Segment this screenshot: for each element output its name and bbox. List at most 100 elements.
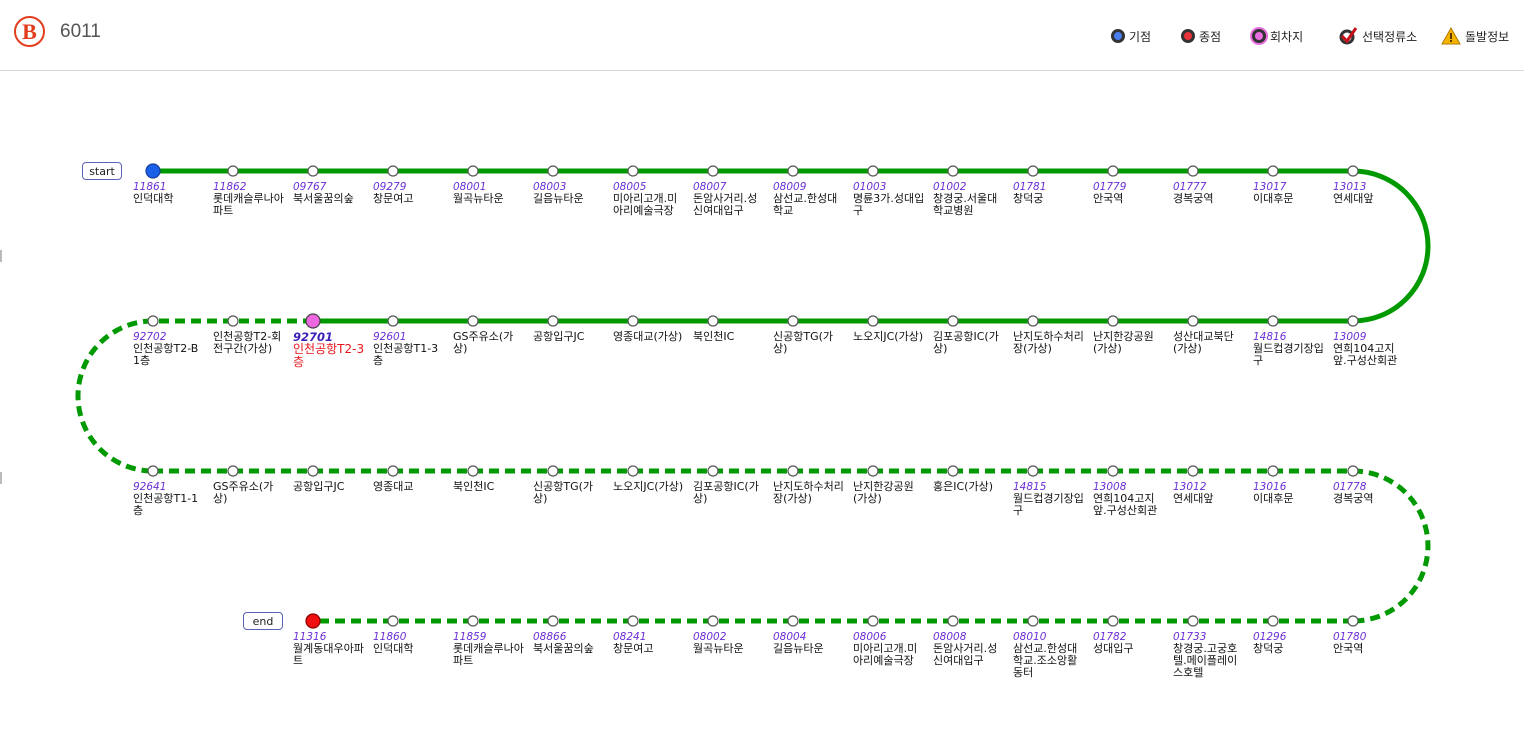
station-stop[interactable]: 난지도하수처리장(가상) (773, 481, 853, 505)
station-stop[interactable]: 01733 창경궁.고궁호텔.메이플레이스호텔 (1173, 631, 1253, 679)
stop-name: 영종대교 (373, 480, 414, 493)
station-labels: 11861 인덕대학 11862 롯데캐슬루나아파트 09767 북서울꿈의숲 09279 창… (0, 0, 1524, 734)
station-stop[interactable]: 공항입구JC (533, 331, 613, 343)
start-marker: start (82, 162, 122, 180)
station-stop[interactable]: 김포공항IC(가상) (693, 481, 773, 505)
stop-name: 돈암사거리.성신여대입구 (693, 192, 758, 217)
station-stop[interactable]: 09279 창문여고 (373, 181, 453, 205)
stop-name: 월드컵경기장입구 (1013, 492, 1084, 517)
station-stop[interactable]: 난지한강공원(가상) (1093, 331, 1173, 355)
station-stop[interactable]: 11859 롯데캐슬루나아파트 (453, 631, 533, 667)
stop-name: 인덕대학 (133, 192, 174, 205)
station-stop[interactable]: 홍은IC(가상) (933, 481, 1013, 493)
stop-name: 연세대앞 (1333, 192, 1374, 205)
station-stop[interactable]: 08001 월곡뉴타운 (453, 181, 533, 205)
station-stop[interactable]: 인천공항T2-회전구간(가상) (213, 331, 293, 355)
stop-name: 인천공항T1-3층 (373, 342, 439, 367)
stop-name: 창경궁.서울대학교병원 (933, 192, 998, 217)
station-stop[interactable]: 난지도하수처리장(가상) (1013, 331, 1093, 355)
stop-name: 월곡뉴타운 (693, 642, 744, 655)
station-stop[interactable]: 08008 돈암사거리.성신여대입구 (933, 631, 1013, 667)
stop-name: 롯데캐슬루나아파트 (213, 192, 284, 217)
stop-name: 난지한강공원(가상) (1093, 330, 1154, 355)
station-stop[interactable]: 북인천IC (453, 481, 533, 493)
station-stop[interactable]: 08005 미아리고개.미아리예술극장 (613, 181, 693, 217)
station-stop[interactable]: GS주유소(가상) (453, 331, 533, 355)
station-stop[interactable]: 92702 인천공항T2-B1층 (133, 331, 213, 367)
stop-name: 북인천IC (693, 330, 735, 343)
stop-name: 김포공항IC(가상) (693, 480, 759, 505)
station-stop[interactable]: 난지한강공원(가상) (853, 481, 933, 505)
station-stop[interactable]: GS주유소(가상) (213, 481, 293, 505)
station-stop[interactable]: 09767 북서울꿈의숲 (293, 181, 373, 205)
station-stop[interactable]: 08006 미아리고개.미아리예술극장 (853, 631, 933, 667)
stop-name: 난지도하수처리장(가상) (773, 480, 844, 505)
station-stop[interactable]: 신공항TG(가상) (533, 481, 613, 505)
stop-name: 길음뉴타운 (773, 642, 824, 655)
stop-name: 노오지JC(가상) (853, 330, 924, 343)
stop-name: 삼선교.한성대학교 (773, 192, 838, 217)
station-stop[interactable]: 01779 안국역 (1093, 181, 1173, 205)
station-stop[interactable]: 08009 삼선교.한성대학교 (773, 181, 853, 217)
stop-name: 인천공항T2-B1층 (133, 342, 199, 367)
station-stop[interactable]: 11860 인덕대학 (373, 631, 453, 655)
station-stop[interactable]: 11861 인덕대학 (133, 181, 213, 205)
stop-name: 경복궁역 (1173, 192, 1214, 205)
end-marker: end (243, 612, 283, 630)
stop-name: 연희104고지앞.구성산회관 (1093, 492, 1158, 517)
station-stop[interactable]: 08004 길음뉴타운 (773, 631, 853, 655)
station-stop[interactable]: 13009 연희104고지앞.구성산회관 (1333, 331, 1413, 367)
stop-name: 경복궁역 (1333, 492, 1374, 505)
station-stop[interactable]: 08002 월곡뉴타운 (693, 631, 773, 655)
station-stop[interactable]: 11862 롯데캐슬루나아파트 (213, 181, 293, 217)
station-stop[interactable]: 01782 성대입구 (1093, 631, 1173, 655)
stop-name: 영종대교(가상) (613, 330, 683, 343)
station-stop[interactable]: 92701 인천공항T2-3층 (293, 331, 373, 369)
station-stop[interactable]: 92641 인천공항T1-1층 (133, 481, 213, 517)
station-stop[interactable]: 영종대교(가상) (613, 331, 693, 343)
station-stop[interactable]: 노오지JC(가상) (613, 481, 693, 493)
station-stop[interactable]: 08866 북서울꿈의숲 (533, 631, 613, 655)
stop-name: 명륜3가.성대입구 (853, 192, 925, 217)
station-stop[interactable]: 14816 월드컵경기장입구 (1253, 331, 1333, 367)
station-stop[interactable]: 13017 이대후문 (1253, 181, 1333, 205)
stop-name: 이대후문 (1253, 192, 1294, 205)
station-stop[interactable]: 01780 안국역 (1333, 631, 1413, 655)
stop-name: 북인천IC (453, 480, 495, 493)
station-stop[interactable]: 영종대교 (373, 481, 453, 493)
stop-name: GS주유소(가상) (453, 330, 514, 355)
station-stop[interactable]: 01778 경복궁역 (1333, 481, 1413, 505)
stop-name: 롯데캐슬루나아파트 (453, 642, 524, 667)
station-stop[interactable]: 01003 명륜3가.성대입구 (853, 181, 933, 217)
stop-name: 인천공항T2-회전구간(가상) (213, 330, 282, 355)
station-stop[interactable]: 08010 삼선교.한성대학교.조소앙활동터 (1013, 631, 1093, 679)
station-stop[interactable]: 13008 연희104고지앞.구성산회관 (1093, 481, 1173, 517)
stop-name: 공항입구JC (533, 330, 585, 343)
station-stop[interactable]: 공항입구JC (293, 481, 373, 493)
station-stop[interactable]: 북인천IC (693, 331, 773, 343)
stop-name: 길음뉴타운 (533, 192, 584, 205)
station-stop[interactable]: 01777 경복궁역 (1173, 181, 1253, 205)
station-stop[interactable]: 13013 연세대앞 (1333, 181, 1413, 205)
stop-name: 난지한강공원(가상) (853, 480, 914, 505)
station-stop[interactable]: 13016 이대후문 (1253, 481, 1333, 505)
stop-name: 북서울꿈의숲 (293, 192, 354, 205)
station-stop[interactable]: 08007 돈암사거리.성신여대입구 (693, 181, 773, 217)
stop-name: 삼선교.한성대학교.조소앙활동터 (1013, 642, 1078, 679)
station-stop[interactable]: 01781 창덕궁 (1013, 181, 1093, 205)
stop-name: 창덕궁 (1253, 642, 1284, 655)
station-stop[interactable]: 13012 연세대앞 (1173, 481, 1253, 505)
station-stop[interactable]: 01002 창경궁.서울대학교병원 (933, 181, 1013, 217)
station-stop[interactable]: 11316 월계동대우아파트 (293, 631, 373, 667)
stop-name: 안국역 (1093, 192, 1124, 205)
station-stop[interactable]: 08003 길음뉴타운 (533, 181, 613, 205)
station-stop[interactable]: 성산대교북단(가상) (1173, 331, 1253, 355)
station-stop[interactable]: 92601 인천공항T1-3층 (373, 331, 453, 367)
stop-name: 김포공항IC(가상) (933, 330, 999, 355)
station-stop[interactable]: 김포공항IC(가상) (933, 331, 1013, 355)
station-stop[interactable]: 노오지JC(가상) (853, 331, 933, 343)
station-stop[interactable]: 신공항TG(가상) (773, 331, 853, 355)
station-stop[interactable]: 14815 월드컵경기장입구 (1013, 481, 1093, 517)
station-stop[interactable]: 08241 창문여고 (613, 631, 693, 655)
station-stop[interactable]: 01296 창덕궁 (1253, 631, 1333, 655)
